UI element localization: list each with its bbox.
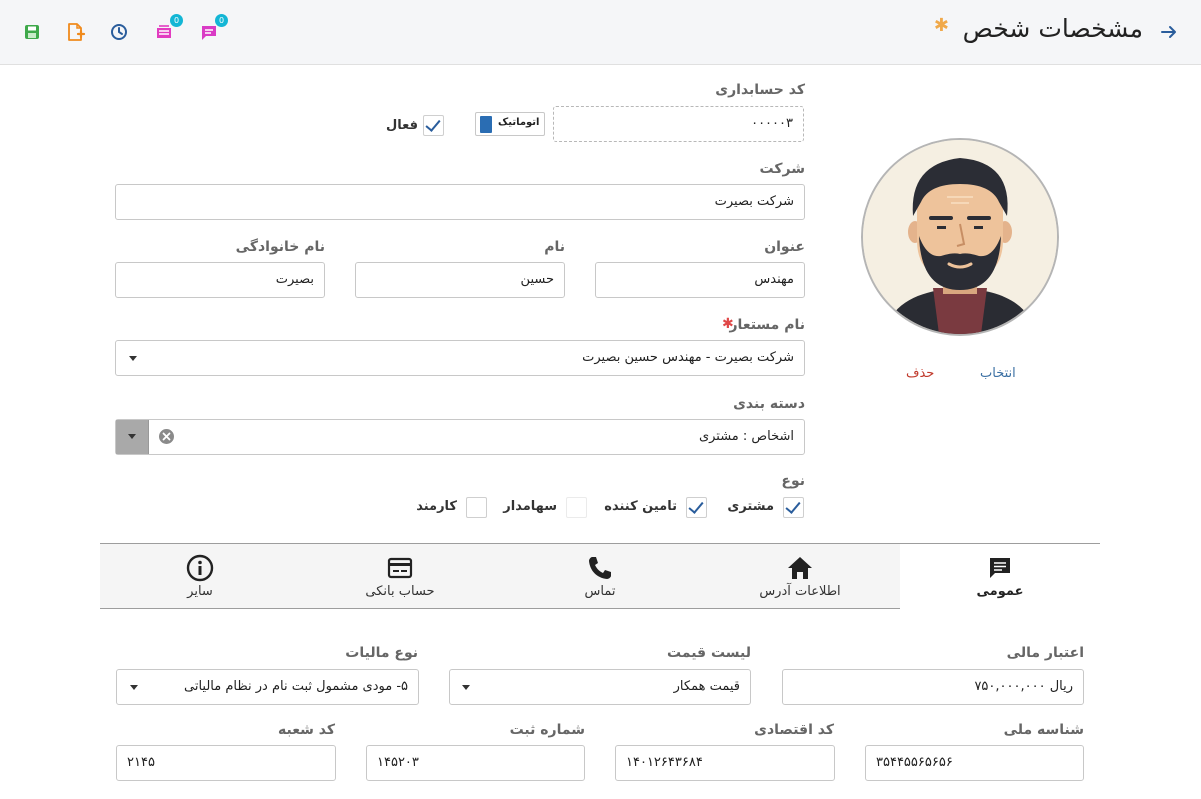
chevron-down-icon	[128, 434, 136, 439]
tab-label: حساب بانکی	[365, 584, 435, 599]
type-supplier-label: تامین کننده	[604, 499, 677, 514]
alias-select-value: شرکت بصیرت - مهندس حسین بصیرت	[582, 350, 794, 365]
economic-code-input[interactable]: ۱۴۰۱۲۶۴۳۶۸۴	[615, 745, 835, 781]
auto-toggle[interactable]: اتوماتیک	[475, 112, 545, 136]
active-label: فعال	[385, 118, 418, 133]
name-input[interactable]: حسین	[355, 262, 565, 298]
active-checkbox[interactable]	[423, 115, 444, 136]
registration-number-label: شماره ثبت	[509, 722, 585, 738]
type-customer-checkbox[interactable]	[783, 497, 804, 518]
home-icon	[788, 557, 812, 579]
avatar-image	[863, 140, 1057, 334]
unsaved-indicator: ✱	[933, 15, 949, 36]
title-input[interactable]: مهندس	[595, 262, 805, 298]
tab-general[interactable]: عمومی	[900, 544, 1100, 609]
type-shareholder-checkbox[interactable]	[566, 497, 587, 518]
category-select-value: اشخاص : مشتری	[698, 429, 794, 444]
chevron-down-icon[interactable]	[130, 685, 138, 690]
category-select[interactable]: اشخاص : مشتری	[115, 419, 805, 455]
inbox-badge: 0	[170, 14, 183, 27]
credit-input[interactable]: ریال ۷۵۰,۰۰۰,۰۰۰	[782, 669, 1084, 705]
alias-label: نام مستعار	[729, 317, 806, 333]
company-input[interactable]: شرکت بصیرت	[115, 184, 805, 220]
price-list-select[interactable]: قیمت همکار	[449, 669, 751, 705]
back-arrow-icon[interactable]	[1159, 22, 1179, 42]
messages-badge: 0	[215, 14, 228, 27]
phone-icon	[589, 557, 611, 579]
new-document-icon[interactable]	[64, 21, 86, 43]
avatar[interactable]	[861, 138, 1059, 336]
info-icon	[186, 554, 214, 582]
category-dropdown-button[interactable]	[116, 420, 149, 454]
page-header: مشخصات شخص ✱ 0 0	[0, 0, 1201, 65]
type-shareholder-label: سهامدار	[503, 499, 557, 514]
page-title: مشخصات شخص	[962, 14, 1143, 43]
national-id-input[interactable]: ۳۵۴۴۵۵۶۵۶۵۶	[865, 745, 1084, 781]
credit-label: اعتبار مالی	[1006, 645, 1084, 661]
tax-type-label: نوع مالیات	[345, 645, 418, 661]
type-employee-checkbox[interactable]	[466, 497, 487, 518]
tab-other[interactable]: سایر	[100, 544, 300, 609]
branch-code-input[interactable]: ۲۱۴۵	[116, 745, 336, 781]
tax-type-select[interactable]: ۵- مودی مشمول ثبت نام در نظام مالیاتی	[116, 669, 419, 705]
type-supplier-checkbox[interactable]	[686, 497, 707, 518]
accounting-code-input[interactable]: ۰۰۰۰۰۳	[553, 106, 804, 142]
avatar-select-link[interactable]: انتخاب	[980, 366, 1016, 381]
tab-label: سایر	[187, 584, 213, 599]
type-label: نوع	[781, 473, 805, 489]
tab-bank-account[interactable]: حساب بانکی	[300, 544, 500, 609]
national-id-label: شناسه ملی	[1003, 722, 1084, 738]
name-label: نام	[544, 239, 565, 255]
chevron-down-icon[interactable]	[462, 685, 470, 690]
messages-button[interactable]: 0	[198, 14, 228, 43]
tab-label: عمومی	[976, 584, 1024, 599]
auto-toggle-label: اتوماتیک	[498, 117, 540, 128]
company-label: شرکت	[759, 161, 805, 177]
family-input[interactable]: بصیرت	[115, 262, 325, 298]
category-label: دسته بندی	[733, 396, 805, 412]
tab-label: تماس	[584, 584, 616, 599]
detail-tabs: عمومی اطلاعات آدرس تماس حساب بانکی سایر	[100, 543, 1100, 609]
message-icon	[990, 558, 1010, 578]
price-list-label: لیست قیمت	[667, 645, 751, 661]
accounting-code-label: کد حسابداری	[715, 82, 805, 98]
alias-select[interactable]: شرکت بصیرت - مهندس حسین بصیرت	[115, 340, 805, 376]
price-list-value: قیمت همکار	[673, 679, 740, 694]
avatar-delete-link[interactable]: حذف	[906, 366, 934, 381]
economic-code-label: کد اقتصادی	[754, 722, 834, 738]
type-employee-label: کارمند	[416, 499, 457, 514]
type-customer-label: مشتری	[727, 499, 774, 514]
tab-contact[interactable]: تماس	[500, 544, 700, 609]
branch-code-label: کد شعبه	[278, 722, 335, 738]
alias-required-mark: ✱	[722, 316, 734, 332]
save-icon[interactable]	[21, 21, 43, 43]
inbox-button[interactable]: 0	[153, 14, 183, 43]
chevron-down-icon[interactable]	[129, 356, 137, 361]
toggle-knob	[480, 116, 492, 133]
tax-type-value: ۵- مودی مشمول ثبت نام در نظام مالیاتی	[184, 679, 408, 694]
credit-card-icon	[387, 557, 413, 579]
family-label: نام خانوادگی	[235, 239, 325, 255]
tab-address[interactable]: اطلاعات آدرس	[700, 544, 900, 609]
tab-label: اطلاعات آدرس	[759, 584, 841, 599]
history-icon[interactable]	[108, 21, 130, 43]
clear-icon[interactable]	[158, 428, 175, 445]
registration-number-input[interactable]: ۱۴۵۲۰۳	[366, 745, 585, 781]
title-label: عنوان	[764, 239, 805, 255]
